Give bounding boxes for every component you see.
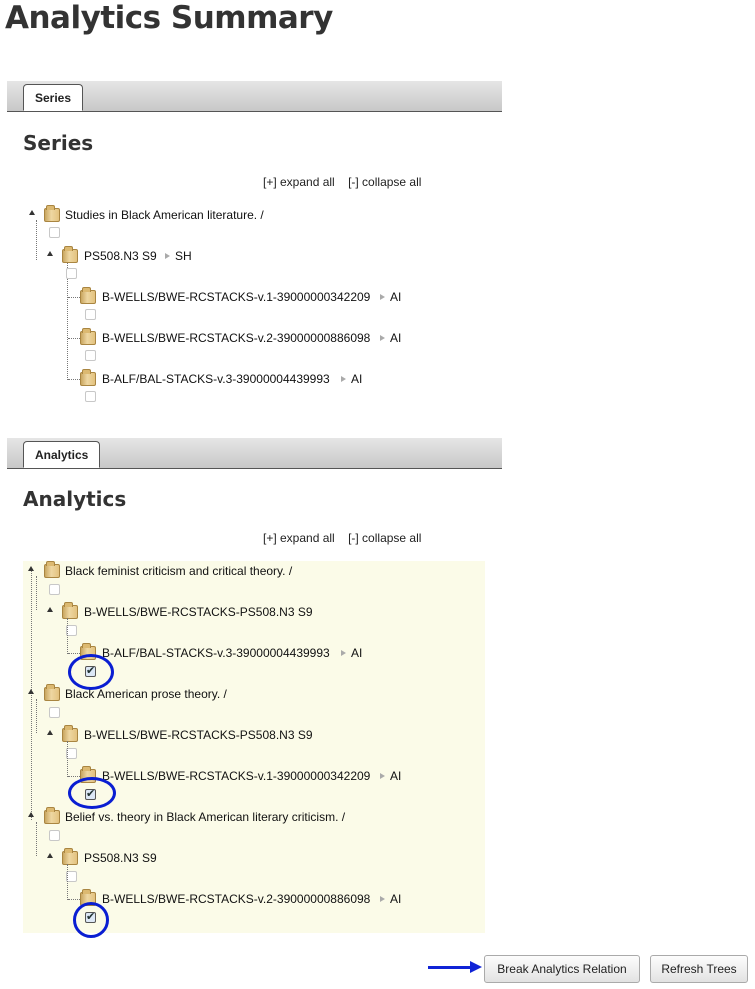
folder-icon bbox=[44, 684, 60, 701]
analytics-group-checkbox[interactable] bbox=[49, 830, 60, 841]
break-analytics-relation-button[interactable]: Break Analytics Relation bbox=[484, 955, 640, 983]
analytics-child-label[interactable]: PS508.N3 S9 bbox=[84, 851, 157, 865]
folder-icon bbox=[62, 725, 78, 742]
analytics-group-title[interactable]: Belief vs. theory in Black American lite… bbox=[65, 810, 345, 824]
folder-icon bbox=[62, 602, 78, 619]
analytics-group-toggle[interactable] bbox=[28, 689, 34, 694]
analytics-collapse-all-link[interactable]: [-] collapse all bbox=[348, 531, 421, 545]
folder-icon bbox=[62, 246, 78, 263]
triangle-right-icon bbox=[165, 253, 170, 259]
analytics-heading: Analytics bbox=[23, 487, 127, 511]
analytics-child-label[interactable]: B-WELLS/BWE-RCSTACKS-PS508.N3 S9 bbox=[84, 728, 313, 742]
series-item-checkbox[interactable] bbox=[85, 350, 96, 361]
series-item-checkbox[interactable] bbox=[85, 391, 96, 402]
page-title: Analytics Summary bbox=[5, 0, 333, 36]
annotation-arrow-icon bbox=[428, 966, 472, 969]
tab-series[interactable]: Series bbox=[23, 84, 84, 111]
series-child-label[interactable]: PS508.N3 S9 bbox=[84, 249, 157, 263]
folder-icon bbox=[80, 369, 96, 386]
analytics-group-checkbox[interactable] bbox=[49, 707, 60, 718]
analytics-leaf-label[interactable]: B-ALF/BAL-STACKS-v.3-39000004439993 bbox=[102, 646, 330, 660]
series-child-checkbox[interactable] bbox=[66, 268, 77, 279]
folder-icon bbox=[44, 807, 60, 824]
series-heading: Series bbox=[23, 131, 94, 155]
refresh-trees-button[interactable]: Refresh Trees bbox=[650, 955, 748, 983]
annotation-arrowhead-icon bbox=[470, 961, 482, 973]
series-root-toggle[interactable] bbox=[29, 210, 35, 215]
triangle-right-icon bbox=[380, 896, 385, 902]
series-item-code: AI bbox=[351, 372, 363, 386]
analytics-group-title[interactable]: Black feminist criticism and critical th… bbox=[65, 564, 292, 578]
triangle-right-icon bbox=[380, 773, 385, 779]
analytics-leaf-label[interactable]: B-WELLS/BWE-RCSTACKS-v.2-39000000886098 bbox=[102, 892, 370, 906]
series-item-code: AI bbox=[390, 331, 402, 345]
analytics-group-toggle[interactable] bbox=[28, 566, 34, 571]
series-item-code: AI bbox=[390, 290, 402, 304]
series-expand-all-link[interactable]: [+] expand all bbox=[263, 175, 335, 189]
analytics-leaf-code: AI bbox=[390, 892, 402, 906]
analytics-expand-links: [+] expand all [-] collapse all bbox=[263, 531, 421, 545]
folder-icon bbox=[44, 561, 60, 578]
triangle-right-icon bbox=[341, 376, 346, 382]
series-item-label[interactable]: B-ALF/BAL-STACKS-v.3-39000004439993 bbox=[102, 372, 330, 386]
series-item-label[interactable]: B-WELLS/BWE-RCSTACKS-v.2-39000000886098 bbox=[102, 331, 370, 345]
folder-icon bbox=[62, 848, 78, 865]
series-item-checkbox[interactable] bbox=[85, 309, 96, 320]
series-root-checkbox[interactable] bbox=[49, 227, 60, 238]
series-child-toggle[interactable] bbox=[47, 251, 53, 256]
analytics-leaf-code: AI bbox=[351, 646, 363, 660]
folder-icon bbox=[44, 205, 60, 222]
triangle-right-icon bbox=[380, 335, 385, 341]
folder-icon bbox=[80, 328, 96, 345]
triangle-right-icon bbox=[380, 294, 385, 300]
series-root-label[interactable]: Studies in Black American literature. / bbox=[65, 208, 264, 222]
analytics-expand-all-link[interactable]: [+] expand all bbox=[263, 531, 335, 545]
analytics-group-title[interactable]: Black American prose theory. / bbox=[65, 687, 227, 701]
annotation-circle bbox=[68, 777, 116, 809]
analytics-group-checkbox[interactable] bbox=[49, 584, 60, 595]
analytics-leaf-code: AI bbox=[390, 769, 402, 783]
series-collapse-all-link[interactable]: [-] collapse all bbox=[348, 175, 421, 189]
analytics-child-label[interactable]: B-WELLS/BWE-RCSTACKS-PS508.N3 S9 bbox=[84, 605, 313, 619]
folder-icon bbox=[80, 287, 96, 304]
analytics-leaf-label[interactable]: B-WELLS/BWE-RCSTACKS-v.1-39000000342209 bbox=[102, 769, 370, 783]
series-child-code: SH bbox=[175, 249, 192, 263]
analytics-tabbar: Analytics bbox=[7, 438, 502, 469]
analytics-child-toggle[interactable] bbox=[47, 607, 53, 612]
annotation-circle bbox=[68, 654, 114, 690]
analytics-child-toggle[interactable] bbox=[47, 730, 53, 735]
series-item-label[interactable]: B-WELLS/BWE-RCSTACKS-v.1-39000000342209 bbox=[102, 290, 370, 304]
analytics-child-toggle[interactable] bbox=[47, 853, 53, 858]
annotation-circle bbox=[73, 902, 109, 938]
triangle-right-icon bbox=[341, 650, 346, 656]
tab-analytics[interactable]: Analytics bbox=[23, 441, 101, 468]
analytics-group-toggle[interactable] bbox=[28, 812, 34, 817]
series-tabbar: Series bbox=[7, 81, 502, 112]
series-expand-links: [+] expand all [-] collapse all bbox=[263, 175, 421, 189]
